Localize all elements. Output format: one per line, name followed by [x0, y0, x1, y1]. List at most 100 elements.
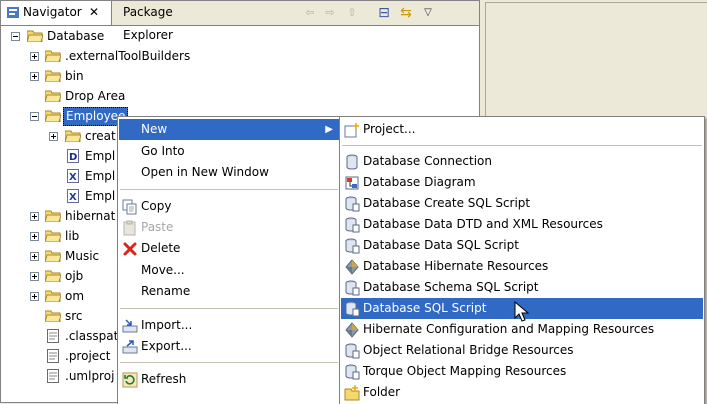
menu-item-project[interactable]: Project... [341, 119, 703, 140]
expand-toggle-icon[interactable] [30, 52, 39, 61]
expand-toggle-icon[interactable] [49, 132, 58, 141]
menu-item-database-hibernate-resources[interactable]: Database Hibernate Resources [341, 256, 703, 277]
tree-label: ojb [65, 269, 84, 283]
folder-icon [45, 70, 61, 82]
expand-toggle-icon[interactable] [30, 212, 39, 221]
collapse-toggle-icon[interactable] [11, 32, 20, 41]
menu-item-label: Open in New Window [141, 165, 269, 179]
tree-label: src [65, 309, 83, 323]
menu-item-label: Refresh [141, 372, 187, 386]
menu-item-label: Database SQL Script [363, 301, 487, 315]
tab-navigator[interactable]: Navigator ✕ [1, 1, 112, 25]
collapse-toggle-icon[interactable] [30, 112, 39, 121]
export-icon [122, 340, 138, 354]
menu-item-label: Database Data DTD and XML Resources [363, 217, 603, 231]
import-icon [122, 319, 138, 333]
close-icon[interactable]: ✕ [89, 1, 99, 24]
expand-toggle-icon[interactable] [30, 252, 39, 261]
menu-item-copy[interactable]: Copy [119, 196, 339, 217]
menu-item-import[interactable]: Import... [119, 315, 339, 336]
menu-item-open-in-new-window[interactable]: Open in New Window [119, 162, 339, 183]
menu-item-export[interactable]: Export... [119, 336, 339, 357]
database-script-icon [345, 343, 360, 359]
copy-icon [122, 199, 137, 215]
tab-navigator-label: Navigator [23, 5, 82, 19]
paste-icon [123, 220, 136, 236]
submenu-arrow-icon: ▶ [325, 124, 333, 135]
menu-item-object-relational-bridge[interactable]: Object Relational Bridge Resources [341, 340, 703, 361]
menu-item-label: Torque Object Mapping Resources [363, 364, 567, 378]
menu-item-database-connection[interactable]: Database Connection [341, 151, 703, 172]
tab-package-explorer[interactable]: Package Explorer [111, 1, 223, 42]
xml-file-icon: X [67, 189, 79, 203]
menu-item-torque-object-mapping[interactable]: Torque Object Mapping Resources [341, 361, 703, 382]
folder-icon [45, 310, 61, 322]
context-menu: New ▶ Go Into Open in New Window Copy Pa… [117, 116, 341, 404]
database-diagram-icon [345, 176, 359, 190]
database-script-icon [345, 196, 360, 212]
tree-label: .classpat [65, 329, 119, 343]
menu-item-label: Copy [141, 199, 172, 213]
folder-icon [45, 290, 61, 302]
new-submenu: Project... Database Connection Database … [339, 116, 705, 404]
menu-item-move[interactable]: Move... [119, 260, 339, 281]
up-icon[interactable]: ⇧ [343, 4, 361, 22]
menu-item-label: Database Connection [363, 154, 492, 168]
tree-label: Drop Area [65, 89, 126, 103]
back-icon[interactable]: ⇦ [301, 4, 319, 22]
tree-label: .externalToolBuilders [65, 49, 191, 63]
menu-item-label: New [141, 122, 168, 136]
folder-icon [45, 250, 61, 262]
menu-item-new[interactable]: New ▶ [119, 119, 339, 140]
menu-item-database-data-sql-script[interactable]: Database Data SQL Script [341, 235, 703, 256]
diagram-file-icon: D [67, 149, 79, 163]
menu-item-label: Export... [141, 339, 192, 353]
folder-icon [45, 270, 61, 282]
tree-label: .project [65, 349, 111, 363]
folder-icon [45, 50, 61, 62]
view-tab-bar: Navigator ✕ Package Explorer ⇦ ⇨ ⇧ ⊟ ⇆ ▽ [1, 1, 479, 42]
menu-item-folder[interactable]: Folder [341, 382, 703, 403]
database-icon [346, 154, 358, 170]
database-script-icon [345, 280, 360, 296]
open-folder-icon [27, 30, 43, 42]
collapse-all-icon[interactable]: ⊟ [375, 4, 393, 22]
tree-label: Database [47, 29, 105, 43]
expand-toggle-icon[interactable] [30, 292, 39, 301]
menu-item-label: Folder [363, 385, 401, 399]
delete-icon [123, 242, 137, 256]
text-file-icon [47, 349, 59, 363]
menu-item-delete[interactable]: Delete [119, 238, 339, 259]
refresh-icon [122, 372, 138, 388]
menu-separator [120, 308, 338, 309]
tree-label: Empl [85, 149, 116, 163]
expand-toggle-icon[interactable] [30, 72, 39, 81]
tree-label: bin [65, 69, 84, 83]
menu-item-label: Database Data SQL Script [363, 238, 519, 252]
menu-item-database-create-sql-script[interactable]: Database Create SQL Script [341, 193, 703, 214]
tree-label: Empl [85, 189, 116, 203]
folder-icon [45, 210, 61, 222]
menu-item-database-data-dtd-xml[interactable]: Database Data DTD and XML Resources [341, 214, 703, 235]
menu-item-rename[interactable]: Rename [119, 281, 339, 302]
menu-item-paste[interactable]: Paste [119, 217, 339, 238]
folder-icon [45, 230, 61, 242]
menu-item-refresh[interactable]: Refresh [119, 369, 339, 390]
menu-item-label: Database Create SQL Script [363, 196, 531, 210]
expand-toggle-icon[interactable] [30, 272, 39, 281]
tree-label: .umlproj [65, 369, 115, 383]
link-with-editor-icon[interactable]: ⇆ [397, 4, 415, 22]
new-project-icon [344, 123, 359, 138]
menu-item-database-diagram[interactable]: Database Diagram [341, 172, 703, 193]
forward-icon[interactable]: ⇨ [321, 4, 339, 22]
menu-item-label: Import... [141, 318, 193, 332]
menu-separator [120, 362, 338, 363]
menu-item-label: Delete [141, 241, 181, 255]
menu-item-label: Project... [363, 122, 416, 136]
menu-item-database-schema-sql-script[interactable]: Database Schema SQL Script [341, 277, 703, 298]
menu-item-go-into[interactable]: Go Into [119, 141, 339, 162]
expand-toggle-icon[interactable] [30, 232, 39, 241]
view-menu-icon[interactable]: ▽ [419, 4, 437, 22]
tree-label: hibernat [65, 209, 116, 223]
database-script-icon [345, 217, 360, 233]
